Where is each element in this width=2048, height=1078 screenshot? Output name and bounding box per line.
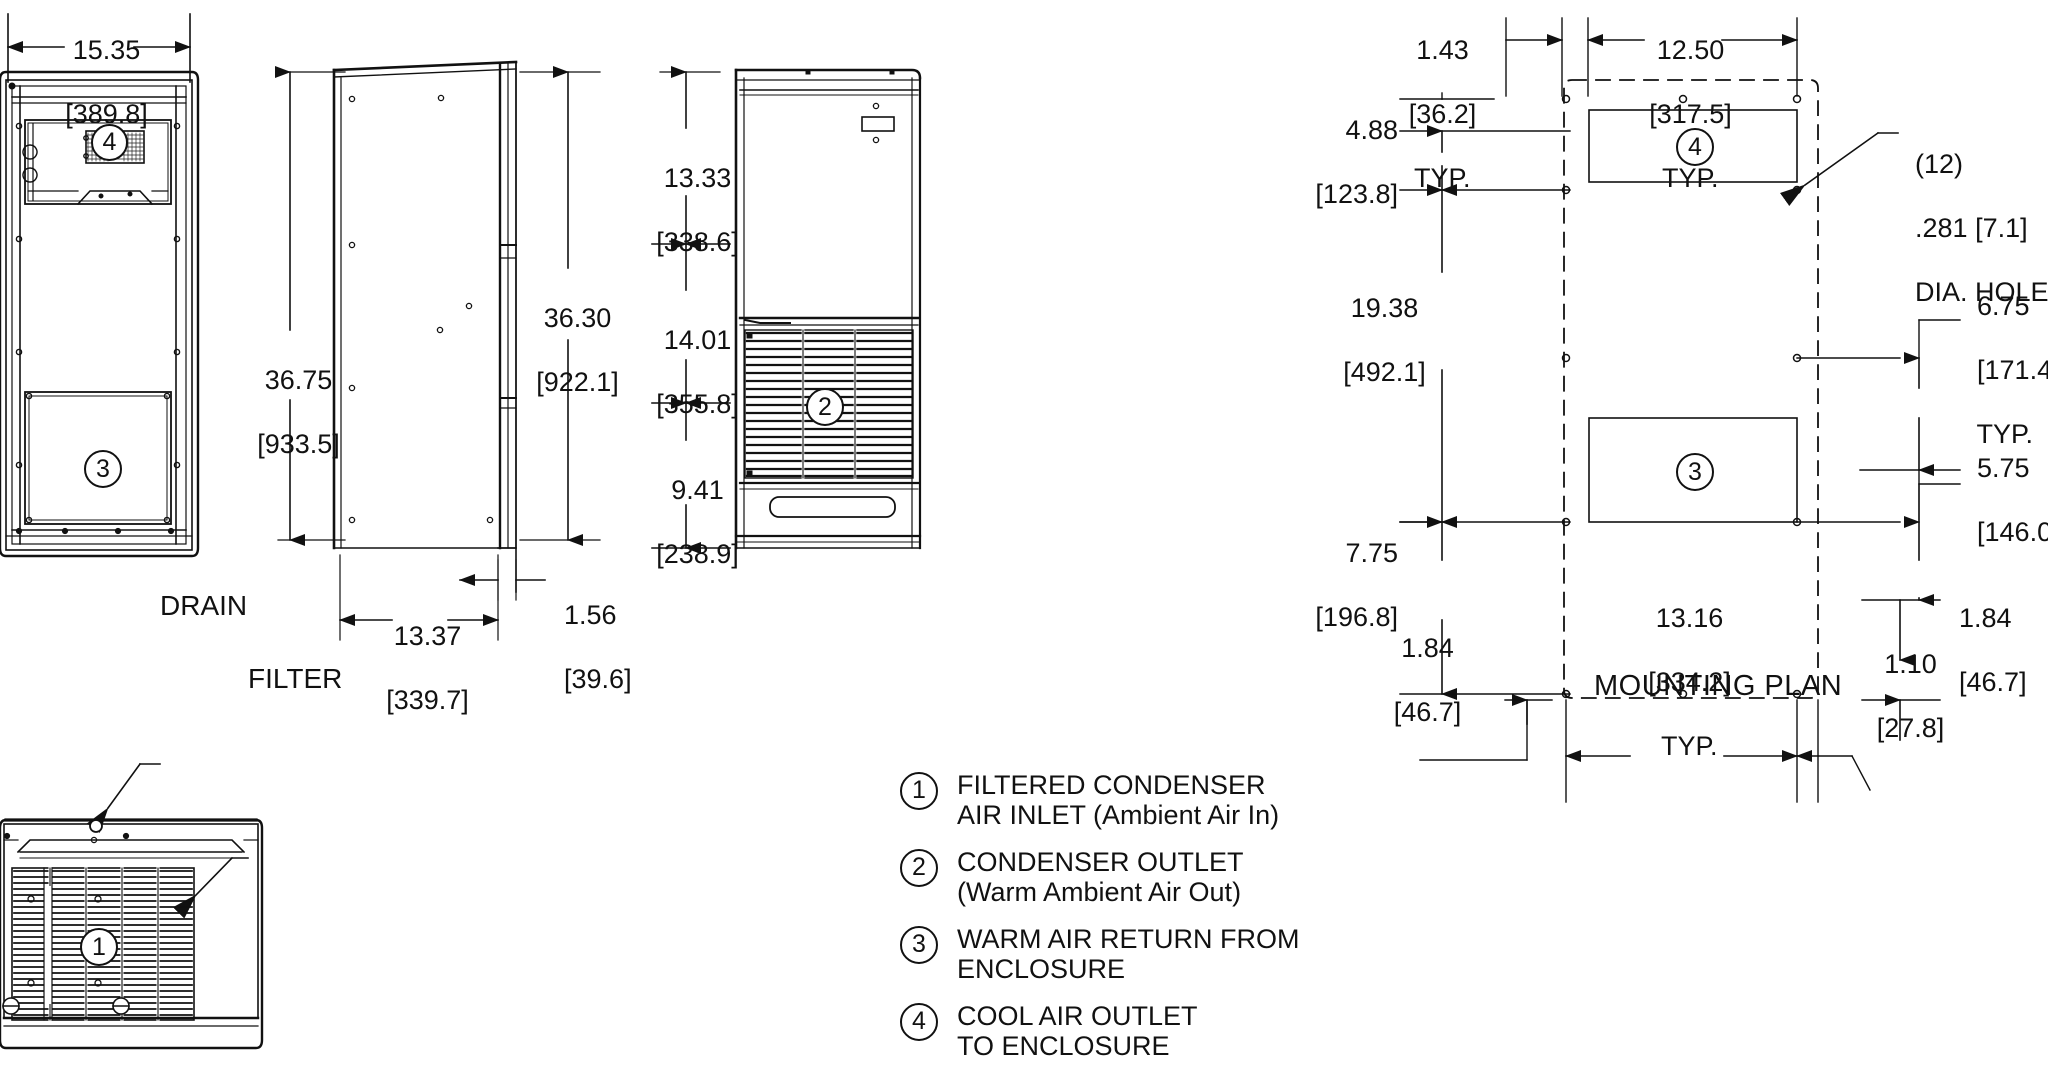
legend-item-2: 2 CONDENSER OUTLET (Warm Ambient Air Out… — [900, 847, 1320, 907]
mp-dim-bottom-left-offset: 1.84 [46.7] — [1393, 633, 1462, 727]
side-height-right-mm: [922.1] — [536, 367, 619, 397]
callout-bubble-1-bottom: 1 — [80, 928, 118, 966]
hole-size: .281 [7.1] — [1915, 213, 2028, 243]
rear-mid-mm: [355.8] — [656, 389, 739, 419]
mp-dim-top-right: 12.50 [317.5] TYP. — [1649, 35, 1732, 193]
legend-item-4: 4 COOL AIR OUTLET TO ENCLOSURE — [900, 1001, 1320, 1061]
front-view-width-dimension: 15.35 [389.8] — [34, 2, 164, 130]
rear-bottom-inches: 9.41 — [671, 475, 724, 505]
legend-item-1: 1 FILTERED CONDENSER AIR INLET (Ambient … — [900, 770, 1320, 830]
mp-hole-callout: (12) .281 [7.1] DIA. HOLES — [1900, 116, 2048, 308]
rear-mid-inches: 14.01 — [663, 325, 732, 355]
legend-text-3: WARM AIR RETURN FROM ENCLOSURE — [957, 924, 1300, 984]
side-height-right-inches: 36.30 — [543, 303, 612, 333]
legend-item-3: 3 WARM AIR RETURN FROM ENCLOSURE — [900, 924, 1320, 984]
side-depth-mm: [339.7] — [386, 685, 469, 715]
rear-view-top-dimension: 13.33 [338.6] — [625, 130, 755, 258]
side-height-left-inches: 36.75 — [264, 365, 333, 395]
legend-text-1: FILTERED CONDENSER AIR INLET (Ambient Ai… — [957, 770, 1280, 830]
hole-desc: DIA. HOLES — [1915, 277, 2048, 307]
mp-dim-bottom-right-small: 1.10 [27.8] — [1876, 649, 1945, 743]
callout-bubble-4-plan: 4 — [1676, 128, 1714, 166]
legend-bubble-3: 3 — [900, 926, 938, 964]
rear-top-inches: 13.33 — [663, 163, 732, 193]
callout-bubble-2-rear: 2 — [806, 388, 844, 426]
drawing-sheet: 15.35 [389.8] 4 3 36.75 [933.5] 36.30 [9… — [0, 0, 2048, 1062]
front-width-inches: 15.35 — [72, 35, 141, 65]
mp-dim-bottom-center: 13.16 [334.2] TYP. — [1648, 603, 1731, 761]
hole-qty: (12) — [1915, 149, 1964, 179]
rear-top-mm: [338.6] — [656, 227, 739, 257]
side-view-depth-dimension: 13.37 [339.7] — [355, 588, 485, 716]
rear-view-mid-dimension: 14.01 [355.8] — [625, 292, 755, 420]
side-view-flange-dimension: 1.56 [39.6] — [549, 567, 669, 695]
callout-bubble-3-front: 3 — [84, 450, 122, 488]
side-view-height-dimension-right: 36.30 [922.1] — [505, 270, 635, 398]
side-flange-inches: 1.56 — [564, 600, 617, 630]
callout-bubble-4-front: 4 — [91, 124, 128, 161]
mounting-plan-title: MOUNTING PLAN — [1594, 670, 1843, 702]
filter-label: FILTER — [248, 663, 343, 694]
legend-text-2: CONDENSER OUTLET (Warm Ambient Air Out) — [957, 847, 1244, 907]
legend-text-4: COOL AIR OUTLET TO ENCLOSURE — [957, 1001, 1198, 1061]
mp-dim-left-mid: 19.38 [492.1] — [1343, 293, 1426, 387]
side-flange-mm: [39.6] — [564, 664, 632, 694]
rear-bottom-mm: [238.9] — [656, 539, 739, 569]
rear-view-bottom-dimension: 9.41 [238.9] — [625, 442, 755, 570]
callout-bubble-3-plan: 3 — [1676, 453, 1714, 491]
drain-label: DRAIN — [160, 590, 248, 621]
legend-bubble-4: 4 — [900, 1003, 938, 1041]
mp-dim-right-lower: 5.75 [146.0] — [1977, 453, 2048, 547]
legend-list: 1 FILTERED CONDENSER AIR INLET (Ambient … — [900, 770, 1320, 1078]
legend-bubble-2: 2 — [900, 849, 938, 887]
legend-bubble-1: 1 — [900, 772, 938, 810]
mp-dim-left-upper: 4.88 [123.8] — [1315, 115, 1398, 209]
side-height-left-mm: [933.5] — [257, 429, 340, 459]
side-depth-inches: 13.37 — [393, 621, 462, 651]
mp-dim-bottom-right-offset: 1.84 [46.7] — [1959, 603, 2027, 697]
side-view-height-dimension-left: 36.75 [933.5] — [226, 332, 356, 460]
